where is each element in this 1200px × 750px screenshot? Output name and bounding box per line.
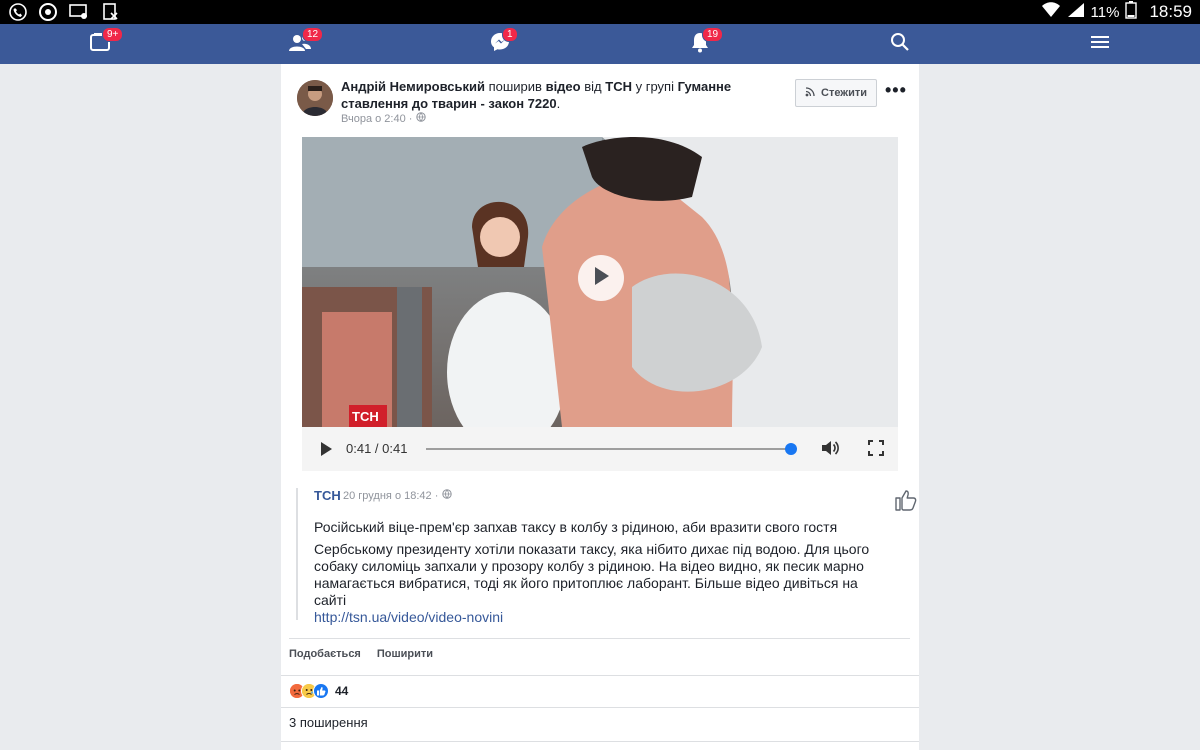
shared-timestamp[interactable]: 20 грудня о 18:42 ·	[343, 490, 438, 502]
clock: 18:59	[1149, 2, 1192, 21]
reaction-count: 44	[335, 684, 349, 698]
thumbs-up-icon	[895, 490, 917, 511]
video-progress-fill	[426, 448, 791, 450]
fullscreen-button[interactable]	[868, 440, 884, 461]
feed-post: Андрій Немировський поширив відео від ТС…	[281, 64, 919, 750]
post-headline: Андрій Немировський поширив відео від ТС…	[341, 78, 761, 112]
nav-notifications[interactable]: 19	[670, 24, 730, 64]
video-player[interactable]: ТСН	[302, 137, 898, 427]
rss-icon	[805, 86, 815, 100]
wifi-icon	[1041, 2, 1061, 22]
video-time: 0:41 / 0:41	[346, 441, 408, 456]
notifications-badge: 19	[702, 27, 724, 42]
volume-button[interactable]	[820, 439, 840, 462]
play-icon	[592, 266, 610, 291]
shared-author-link[interactable]: ТСН	[314, 488, 341, 503]
shared-text: поширив	[488, 79, 542, 94]
like-reaction-icon	[313, 683, 329, 699]
battery-icon	[1125, 1, 1138, 23]
post-actions: Подобається Поширити	[289, 648, 433, 660]
source-page-link[interactable]: ТСН	[605, 79, 632, 94]
messages-badge: 1	[502, 27, 518, 42]
like-button[interactable]: Подобається	[289, 648, 361, 660]
hamburger-menu-icon	[1090, 34, 1110, 55]
chrome-icon	[38, 2, 58, 22]
controls-play-button[interactable]	[319, 441, 333, 462]
news-feed-badge: 9+	[102, 27, 124, 42]
video-progress-bar[interactable]	[426, 443, 797, 455]
shared-post-body: Сербському президенту хотіли показати та…	[314, 541, 879, 626]
like-page-button[interactable]	[894, 488, 918, 517]
battery-percent: 11%	[1090, 3, 1120, 21]
from-text: від	[584, 79, 602, 94]
reactions-summary[interactable]: 44	[289, 683, 348, 699]
divider	[289, 638, 910, 639]
nav-search[interactable]	[870, 24, 930, 64]
post-timestamp[interactable]: Вчора о 2:40 ·	[341, 113, 412, 125]
nav-menu[interactable]	[1070, 24, 1130, 64]
follow-label: Стежити	[821, 87, 868, 99]
divider	[281, 675, 919, 676]
author-avatar[interactable]	[297, 80, 333, 116]
video-controls: 0:41 / 0:41	[302, 427, 898, 471]
screen-cast-icon	[68, 2, 90, 22]
author-name-link[interactable]: Андрій Немировський	[341, 79, 485, 94]
no-sim-icon	[100, 2, 120, 22]
tsn-watermark: ТСН	[352, 409, 379, 424]
shared-post-text: Сербському президенту хотіли показати та…	[314, 541, 870, 608]
nav-messenger[interactable]: 1	[470, 24, 530, 64]
facebook-nav-bar: 9+ 12 1 19	[0, 24, 1200, 64]
status-bar-system: 11% 18:59	[1041, 0, 1192, 24]
headline-period: .	[556, 96, 561, 111]
friend-requests-badge: 12	[302, 27, 324, 42]
divider	[281, 707, 919, 708]
shared-post-attachment: ТСН 20 грудня о 18:42 · Російський віце-…	[296, 488, 917, 625]
nav-news-feed[interactable]: 9+	[70, 24, 130, 64]
nav-friend-requests[interactable]: 12	[270, 24, 330, 64]
status-bar-notifications	[8, 2, 120, 22]
shared-post-title: Російський віце-прем'єр запхав таксу в к…	[314, 519, 838, 535]
post-meta: Вчора о 2:40 ·	[341, 112, 427, 125]
shares-count[interactable]: 3 поширення	[289, 715, 368, 730]
video-link[interactable]: відео	[546, 79, 581, 94]
globe-icon	[416, 112, 427, 125]
post-options-button[interactable]: •••	[885, 80, 907, 101]
follow-button[interactable]: Стежити	[795, 79, 878, 107]
in-group-text: у групі	[635, 79, 674, 94]
video-play-overlay-button[interactable]	[578, 255, 624, 301]
globe-icon	[442, 489, 453, 502]
share-button[interactable]: Поширити	[377, 648, 433, 660]
video-progress-handle[interactable]	[785, 443, 797, 455]
tsn-video-link[interactable]: http://tsn.ua/video/video-novini	[314, 609, 879, 626]
search-icon	[890, 32, 910, 57]
status-bar: 11% 18:59	[0, 0, 1200, 24]
shared-post-meta: 20 грудня о 18:42 ·	[343, 489, 453, 502]
viber-icon	[8, 2, 28, 22]
divider	[281, 741, 919, 742]
signal-icon	[1067, 2, 1085, 22]
